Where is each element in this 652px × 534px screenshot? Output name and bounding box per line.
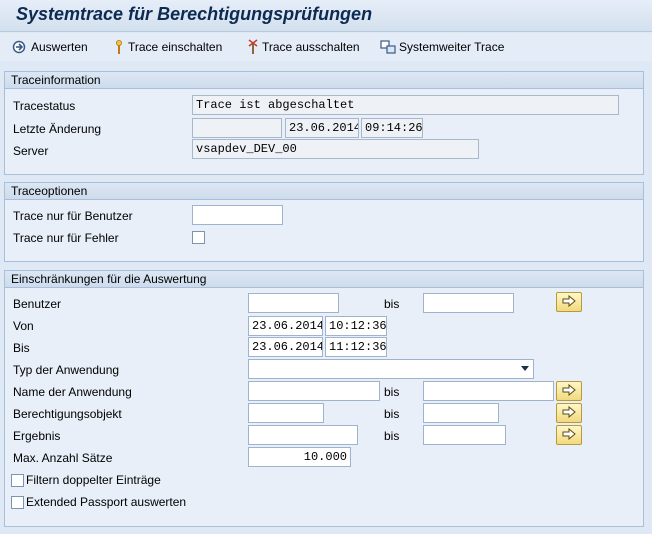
arrow-right-icon [562, 405, 576, 421]
chevron-down-icon [521, 366, 529, 371]
last-change-date-field: 23.06.2014 [285, 118, 359, 138]
trace-user-label: Trace nur für Benutzer [13, 209, 133, 223]
last-change-user-field [192, 118, 282, 138]
user-from-input[interactable] [248, 293, 339, 313]
trace-status-field: Trace ist abgeschaltet [192, 95, 619, 115]
user-multiple-selection-button[interactable] [556, 292, 582, 312]
result-to-input[interactable] [423, 425, 506, 445]
system-trace-button[interactable]: Systemweiter Trace [380, 38, 504, 56]
app-type-label: Typ der Anwendung [13, 363, 120, 377]
app-name-multiple-selection-button[interactable] [556, 381, 582, 401]
arrow-right-icon [562, 294, 576, 310]
trace-status-label: Tracestatus [13, 99, 76, 113]
system-trace-label: Systemweiter Trace [399, 40, 505, 54]
trace-info-group: Traceinformation Tracestatus Trace ist a… [4, 71, 644, 175]
arrow-right-icon [562, 383, 576, 399]
trace-options-header: Traceoptionen [5, 183, 643, 200]
max-records-input[interactable]: 10.000 [248, 447, 351, 467]
trace-off-button[interactable]: Trace ausschalten [247, 38, 360, 56]
evaluate-label: Auswerten [31, 40, 88, 54]
trace-user-input[interactable] [192, 205, 283, 225]
result-bis-label: bis [384, 429, 400, 443]
server-field: vsapdev_DEV_00 [192, 139, 479, 159]
system-trace-icon [380, 39, 396, 55]
trace-on-button[interactable]: Trace einschalten [113, 38, 222, 56]
execute-icon [12, 39, 28, 55]
auth-object-multiple-selection-button[interactable] [556, 403, 582, 423]
arrow-right-icon [562, 427, 576, 443]
trace-off-label: Trace ausschalten [262, 40, 360, 54]
auth-object-from-input[interactable] [248, 403, 324, 423]
from-time-input[interactable]: 10:12:36 [325, 316, 387, 336]
result-multiple-selection-button[interactable] [556, 425, 582, 445]
last-change-label: Letzte Änderung [13, 122, 102, 136]
auth-object-bis-label: bis [384, 407, 400, 421]
trace-errors-checkbox[interactable] [192, 231, 205, 244]
extended-passport-checkbox[interactable] [11, 496, 24, 509]
filter-duplicates-label: Filtern doppelter Einträge [26, 473, 161, 487]
restrictions-header: Einschränkungen für die Auswertung [5, 271, 643, 288]
auth-object-to-input[interactable] [423, 403, 499, 423]
to-label: Bis [13, 341, 30, 355]
application-toolbar: Auswerten Trace einschalten Trace aussch… [0, 33, 652, 61]
from-date-input[interactable]: 23.06.2014 [248, 316, 323, 336]
trace-on-icon [113, 39, 125, 55]
app-name-to-input[interactable] [423, 381, 554, 401]
trace-on-label: Trace einschalten [128, 40, 223, 54]
trace-options-group: Traceoptionen Trace nur für Benutzer Tra… [4, 182, 644, 262]
page-title: Systemtrace für Berechtigungsprüfungen [16, 4, 373, 24]
app-name-from-input[interactable] [248, 381, 380, 401]
app-name-label: Name der Anwendung [13, 385, 132, 399]
restrictions-group: Einschränkungen für die Auswertung Benut… [4, 270, 644, 527]
trace-info-header: Traceinformation [5, 72, 643, 89]
server-label: Server [13, 144, 49, 158]
evaluate-button[interactable]: Auswerten [12, 38, 88, 56]
auth-object-label: Berechtigungsobjekt [13, 407, 122, 421]
result-from-input[interactable] [248, 425, 358, 445]
from-label: Von [13, 319, 34, 333]
user-to-input[interactable] [423, 293, 514, 313]
trace-errors-label: Trace nur für Fehler [13, 231, 119, 245]
title-bar: Systemtrace für Berechtigungsprüfungen [0, 0, 652, 32]
app-type-dropdown[interactable] [248, 359, 534, 379]
app-name-bis-label: bis [384, 385, 400, 399]
trace-off-icon [247, 39, 259, 55]
user-bis-label: bis [384, 297, 400, 311]
user-label: Benutzer [13, 297, 62, 311]
to-date-input[interactable]: 23.06.2014 [248, 337, 323, 357]
extended-passport-label: Extended Passport auswerten [26, 495, 187, 509]
result-label: Ergebnis [13, 429, 61, 443]
to-time-input[interactable]: 11:12:36 [325, 337, 387, 357]
last-change-time-field: 09:14:26 [361, 118, 423, 138]
max-records-label: Max. Anzahl Sätze [13, 451, 113, 465]
filter-duplicates-checkbox[interactable] [11, 474, 24, 487]
